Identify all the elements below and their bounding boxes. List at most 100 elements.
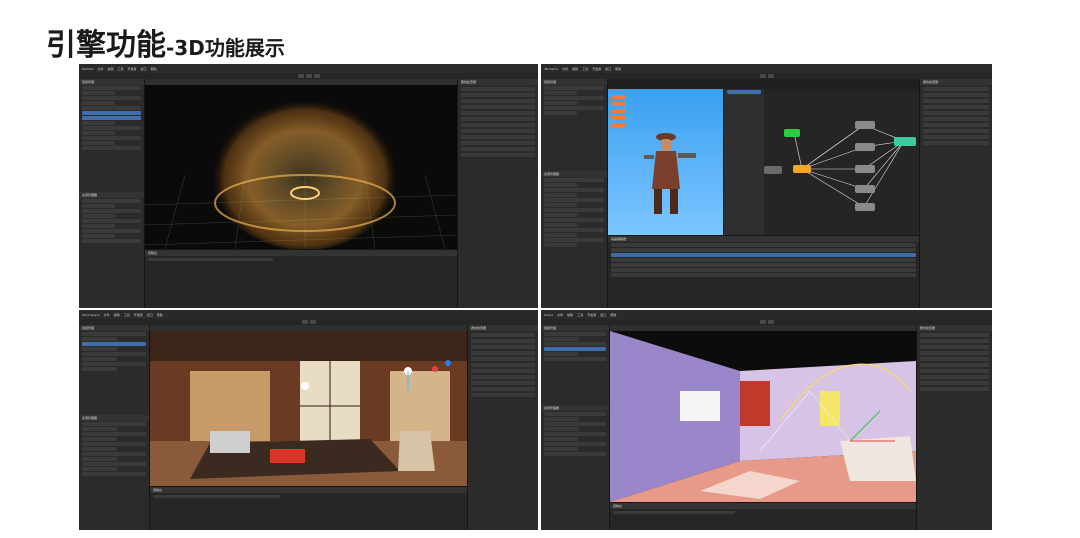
property-field[interactable] <box>471 369 535 373</box>
tree-node[interactable] <box>82 136 141 140</box>
tree-node[interactable] <box>544 91 577 95</box>
property-field[interactable] <box>923 105 989 109</box>
menu-window[interactable]: 窗口 <box>600 313 606 317</box>
asset-folder[interactable] <box>82 442 146 446</box>
tree-node[interactable] <box>82 357 117 361</box>
tree-node[interactable] <box>82 367 117 371</box>
asset-folder[interactable] <box>82 199 141 203</box>
property-field[interactable] <box>461 87 535 91</box>
tree-node[interactable] <box>82 337 117 341</box>
asset-folder[interactable] <box>82 234 115 238</box>
property-field[interactable] <box>920 333 989 337</box>
refresh-button[interactable] <box>767 320 774 324</box>
tree-node[interactable] <box>544 111 577 115</box>
menu-help[interactable]: 帮助 <box>151 67 157 71</box>
menu-edit[interactable]: 编辑 <box>572 67 578 71</box>
tree-node[interactable] <box>544 357 606 361</box>
tree-node[interactable] <box>544 352 578 356</box>
asset-folder[interactable] <box>544 193 577 197</box>
property-field[interactable] <box>923 99 989 103</box>
menu-window[interactable]: 窗口 <box>140 67 146 71</box>
menu-tools[interactable]: 工具 <box>117 67 123 71</box>
property-field[interactable] <box>923 135 989 139</box>
tree-node[interactable] <box>82 146 141 150</box>
property-field[interactable] <box>471 351 535 355</box>
property-field[interactable] <box>923 117 989 121</box>
asset-folder[interactable] <box>82 452 146 456</box>
property-field[interactable] <box>471 333 535 337</box>
menu-edit[interactable]: 编辑 <box>567 313 573 317</box>
track-row[interactable] <box>611 243 916 247</box>
property-field[interactable] <box>461 111 535 115</box>
asset-folder[interactable] <box>544 238 604 242</box>
property-field[interactable] <box>461 147 535 151</box>
property-field[interactable] <box>461 135 535 139</box>
play-button[interactable] <box>297 74 304 78</box>
property-field[interactable] <box>923 87 989 91</box>
tree-node[interactable] <box>82 106 141 110</box>
tree-node[interactable] <box>544 106 604 110</box>
track-row[interactable] <box>611 268 916 272</box>
refresh-button[interactable] <box>309 320 316 324</box>
menu-edit[interactable]: 编辑 <box>107 67 113 71</box>
tree-node[interactable] <box>82 131 115 135</box>
tree-node-selected[interactable] <box>82 116 141 120</box>
animation-state-graph[interactable] <box>764 89 919 235</box>
tree-node[interactable] <box>82 352 146 356</box>
property-field[interactable] <box>920 369 989 373</box>
property-field[interactable] <box>461 117 535 121</box>
asset-folder[interactable] <box>82 214 115 218</box>
property-field[interactable] <box>471 381 535 385</box>
menu-file[interactable]: 文件 <box>104 313 110 317</box>
menu-tools[interactable]: 工具 <box>124 313 130 317</box>
property-field[interactable] <box>923 129 989 133</box>
menu-tools[interactable]: 工具 <box>582 67 588 71</box>
property-field[interactable] <box>920 345 989 349</box>
tree-node[interactable] <box>82 347 117 351</box>
property-field[interactable] <box>920 351 989 355</box>
tree-node[interactable] <box>82 362 146 366</box>
menu-help[interactable]: 帮助 <box>610 313 616 317</box>
scene-viewport[interactable] <box>610 325 916 502</box>
asset-folder[interactable] <box>544 447 578 451</box>
tree-node[interactable] <box>82 96 141 100</box>
property-field[interactable] <box>471 363 535 367</box>
asset-folder[interactable] <box>82 427 117 431</box>
menu-help[interactable]: 帮助 <box>615 67 621 71</box>
tree-node[interactable] <box>82 121 115 125</box>
tree-node[interactable] <box>82 86 141 90</box>
refresh-button[interactable] <box>767 74 774 78</box>
scene-viewport[interactable] <box>145 79 457 249</box>
asset-folder[interactable] <box>544 437 578 441</box>
asset-folder[interactable] <box>544 427 578 431</box>
property-field[interactable] <box>461 123 535 127</box>
menu-developer[interactable]: 开发者 <box>134 313 143 317</box>
asset-folder[interactable] <box>82 229 141 233</box>
asset-folder[interactable] <box>544 417 578 421</box>
property-field[interactable] <box>920 387 989 391</box>
asset-folder[interactable] <box>82 437 117 441</box>
property-field[interactable] <box>471 387 535 391</box>
play-button[interactable] <box>759 74 766 78</box>
device-select[interactable] <box>313 74 320 78</box>
property-field[interactable] <box>920 381 989 385</box>
tree-node[interactable] <box>544 86 604 90</box>
tree-node[interactable] <box>544 332 606 336</box>
track-row[interactable] <box>611 273 916 277</box>
property-field[interactable] <box>923 93 989 97</box>
asset-folder[interactable] <box>82 219 141 223</box>
asset-folder[interactable] <box>544 208 604 212</box>
tree-node[interactable] <box>544 101 577 105</box>
tree-node[interactable] <box>82 91 115 95</box>
menu-developer[interactable]: 开发者 <box>592 67 601 71</box>
property-field[interactable] <box>471 339 535 343</box>
tree-node[interactable] <box>544 337 578 341</box>
asset-folder[interactable] <box>544 228 604 232</box>
tree-node[interactable] <box>544 96 604 100</box>
property-field[interactable] <box>920 375 989 379</box>
scene-viewport[interactable] <box>150 325 467 486</box>
tree-node[interactable] <box>82 126 141 130</box>
menu-help[interactable]: 帮助 <box>157 313 163 317</box>
tree-node-selected[interactable] <box>82 342 146 346</box>
asset-folder[interactable] <box>544 203 577 207</box>
